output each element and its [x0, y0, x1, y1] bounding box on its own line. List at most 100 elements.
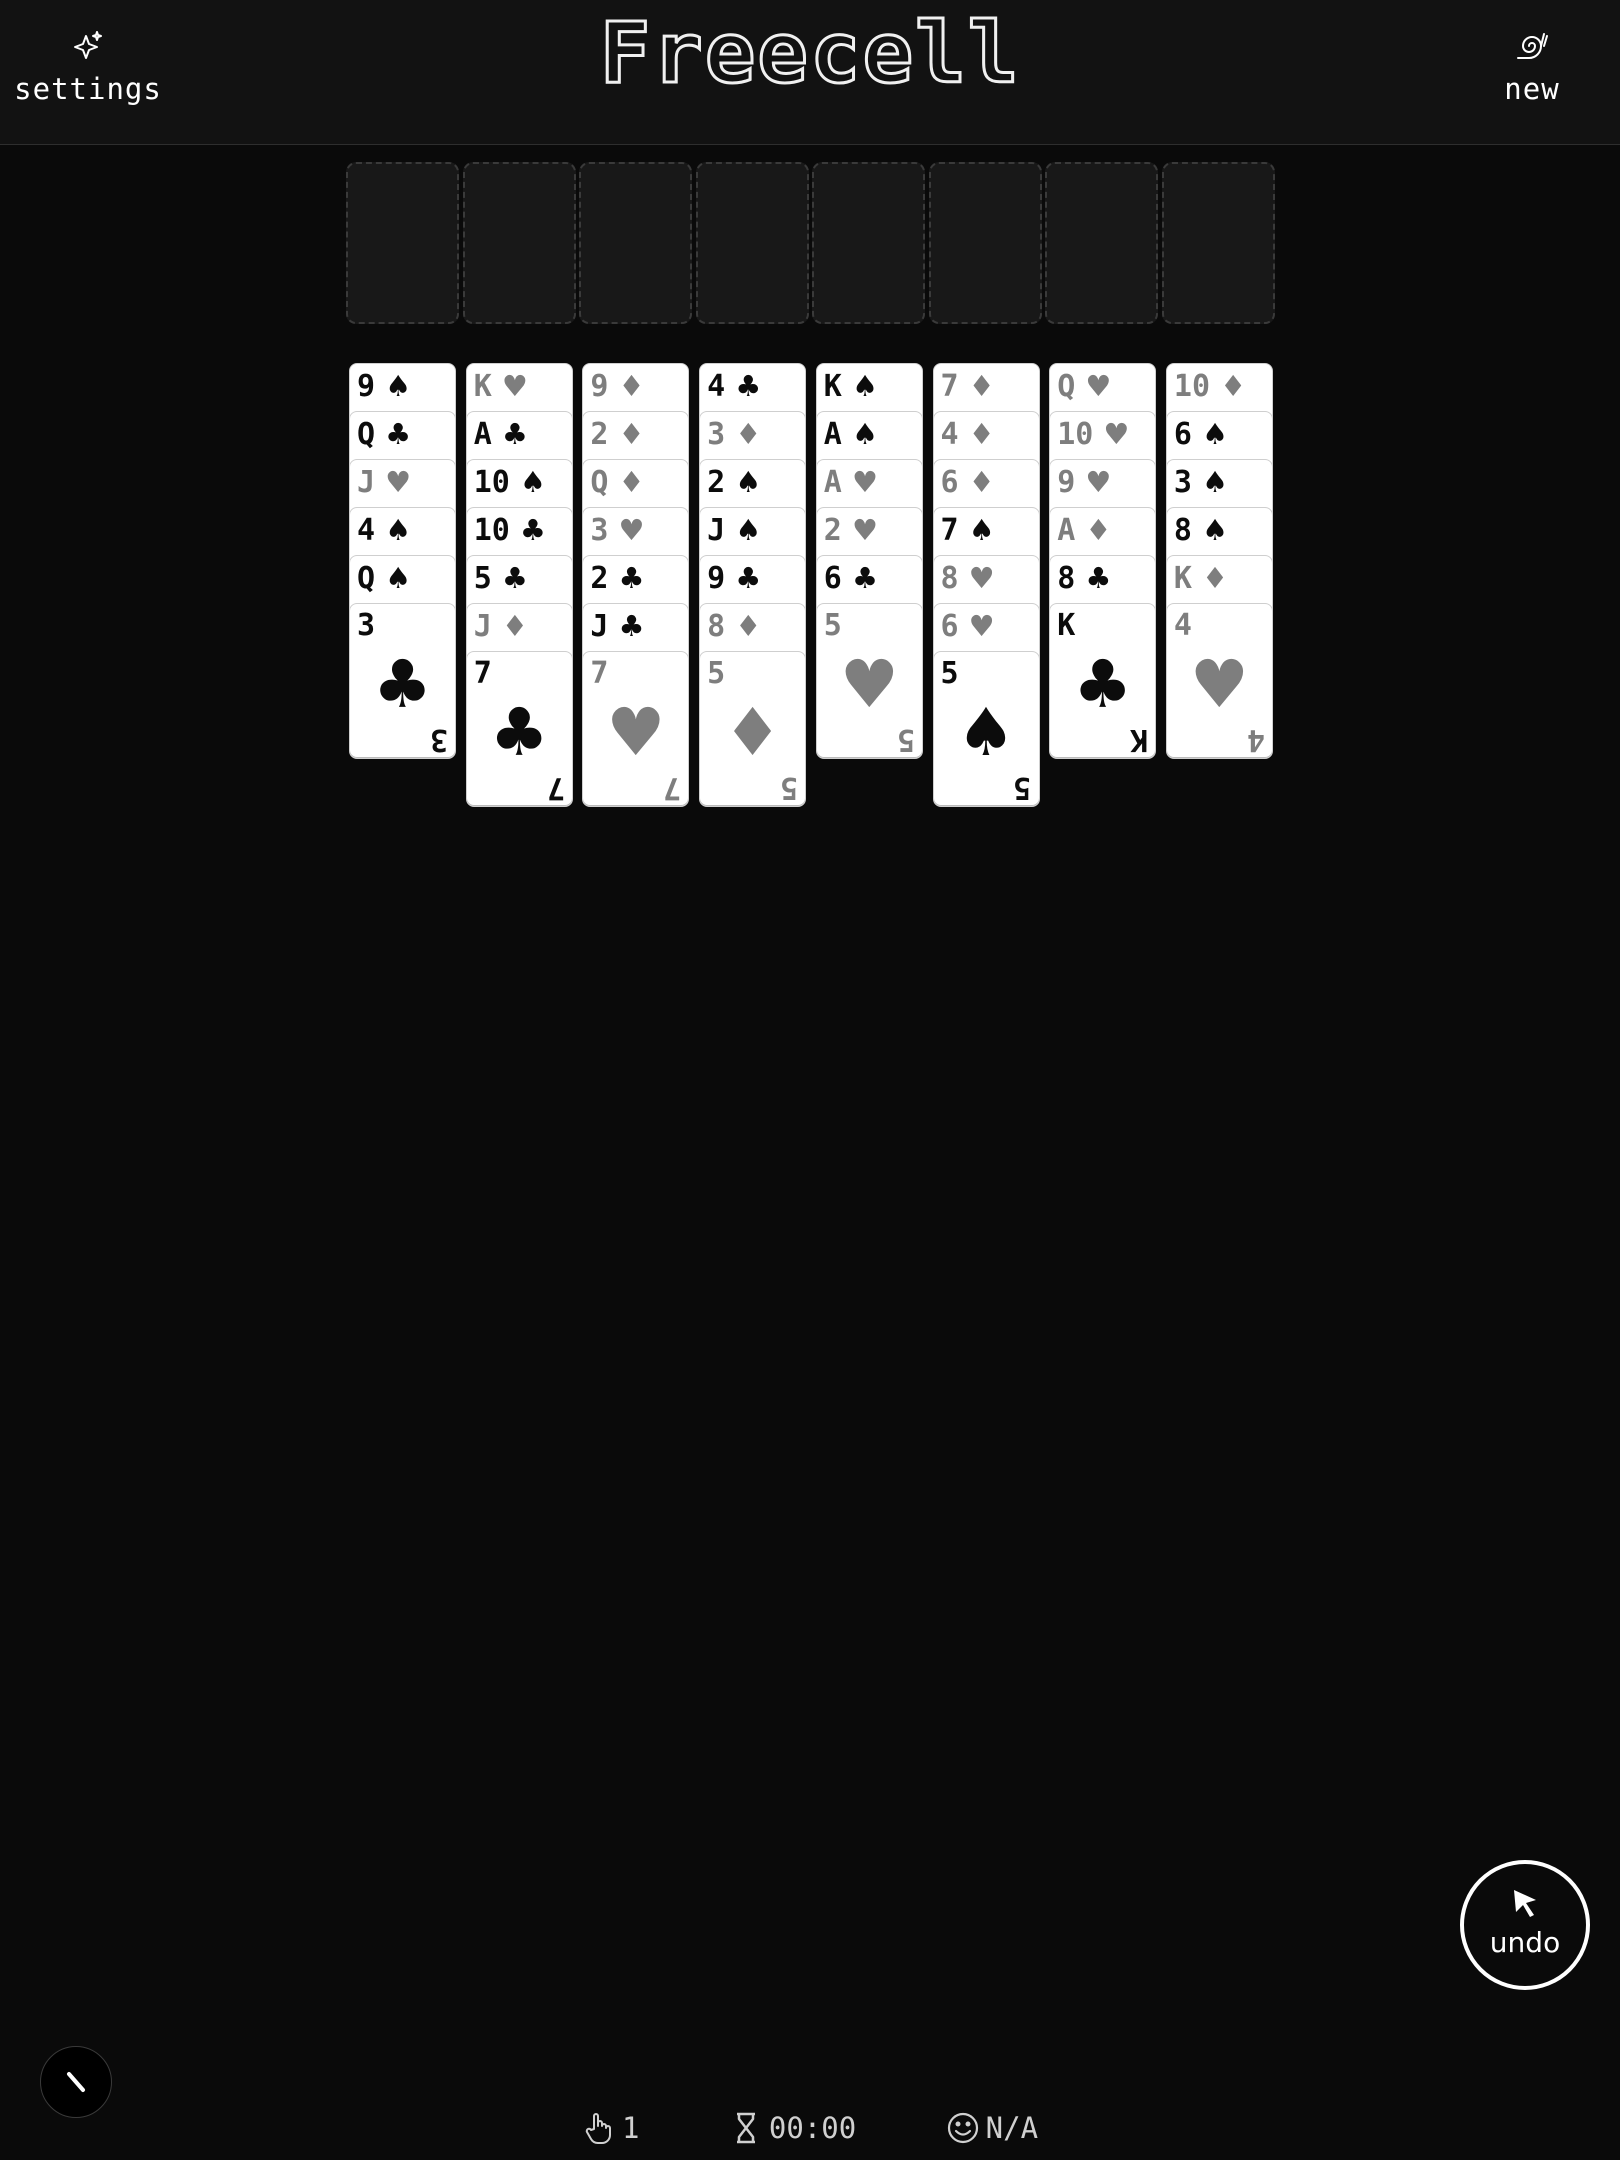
card-rank: J [357, 465, 376, 500]
card-rank: 9 [707, 561, 726, 596]
playing-card[interactable]: 3 ♣ 3 [349, 603, 456, 759]
card-rank: 7 [940, 369, 959, 404]
card-suit: ♦ [725, 417, 762, 451]
card-suit: ♠ [375, 513, 412, 547]
playing-card[interactable]: K ♣ K [1049, 603, 1157, 759]
card-suit: ♣ [608, 561, 645, 595]
card-rank: 8 [1173, 513, 1192, 548]
card-suit: ♥ [958, 561, 995, 595]
card-rank-inverted: 7 [546, 770, 565, 805]
card-suit: ♣ [608, 609, 645, 643]
card-suit: ♠ [841, 369, 878, 403]
card-rank: 10 [1057, 417, 1094, 452]
card-rank: 6 [1173, 417, 1192, 452]
card-rank: 4 [707, 369, 726, 404]
card-rank: Q [1057, 369, 1076, 404]
card-rank: J [707, 513, 726, 548]
card-suit: ♥ [1093, 417, 1130, 451]
card-suit: ♦ [491, 609, 528, 643]
card-suit: ♣ [509, 513, 546, 547]
card-rank: 10 [473, 513, 510, 548]
card-rank: 6 [823, 561, 842, 596]
card-rank: J [590, 609, 609, 644]
card-rank: A [473, 417, 492, 452]
playing-card[interactable]: 5 ♠ 5 [932, 651, 1040, 807]
card-slot[interactable] [579, 162, 692, 324]
card-suit: ♠ [841, 417, 878, 451]
card-rank: Q [357, 561, 376, 596]
card-rank: 8 [707, 609, 726, 644]
playing-card[interactable]: 4 ♥ 4 [1165, 603, 1273, 759]
playing-card[interactable]: 7 ♣ 7 [465, 651, 573, 807]
undo-button[interactable]: undo [1460, 1860, 1590, 1990]
card-rank: 9 [357, 369, 376, 404]
hourglass-icon [736, 2112, 755, 2144]
card-rank: 5 [473, 561, 492, 596]
card-rank: 2 [707, 465, 726, 500]
new-game-button[interactable]: new [1452, 28, 1612, 106]
card-rank-inverted: 5 [1013, 770, 1032, 805]
card-suit: ♥ [491, 369, 528, 403]
card-suit: ♣ [491, 417, 528, 451]
timer: 00:00 [729, 2109, 856, 2145]
card-rank: 5 [823, 608, 842, 643]
card-rank: A [823, 465, 842, 500]
card-suit: ♦ [608, 465, 645, 499]
card-suit: ♠ [725, 513, 762, 547]
card-suit-large: ♦ [723, 694, 783, 771]
card-rank: K [1173, 561, 1192, 596]
card-slot[interactable] [928, 162, 1042, 324]
card-suit-large: ♣ [489, 694, 549, 771]
card-rank: A [823, 417, 842, 452]
card-rank: 6 [940, 465, 959, 500]
card-suit: ♠ [1191, 417, 1229, 451]
top-bar: settings Freecell new [0, 0, 1620, 145]
card-suit: ♦ [958, 465, 995, 499]
card-rank: 4 [357, 513, 376, 548]
card-rank-inverted: 5 [896, 722, 915, 757]
card-rank: Q [357, 417, 376, 452]
card-suit: ♥ [958, 609, 995, 643]
card-suit: ♠ [1191, 513, 1229, 547]
card-rank: 2 [823, 513, 842, 548]
card-rank-inverted: 5 [780, 770, 799, 805]
card-rank: 7 [590, 656, 609, 691]
card-suit-large: ♣ [372, 646, 433, 723]
card-suit: ♣ [725, 561, 762, 595]
card-suit: ♥ [1075, 465, 1112, 499]
playing-card[interactable]: 5 ♥ 5 [815, 603, 923, 759]
card-suit-large: ♥ [839, 646, 899, 723]
card-rank: Q [590, 465, 609, 500]
card-rank: 10 [473, 465, 510, 500]
card-rank: 3 [357, 608, 376, 643]
card-rank: 6 [940, 609, 959, 644]
card-slot[interactable] [462, 162, 576, 324]
playing-card[interactable]: 5 ♦ 5 [699, 651, 807, 807]
card-suit: ♥ [841, 513, 878, 547]
page-title: Freecell [598, 3, 1021, 104]
card-rank: A [1057, 513, 1076, 548]
card-rank: 2 [590, 417, 609, 452]
card-rank: 4 [940, 417, 959, 452]
card-rank: 3 [707, 417, 726, 452]
card-suit: ♥ [608, 513, 645, 547]
card-suit: ♣ [1075, 561, 1112, 595]
card-slot[interactable] [695, 162, 809, 324]
card-rank-inverted: 4 [1246, 722, 1265, 757]
card-slot[interactable] [346, 162, 459, 324]
card-rank: 8 [940, 561, 959, 596]
card-suit-large: ♥ [1189, 646, 1249, 723]
card-rank: 4 [1173, 608, 1192, 643]
card-rank: K [473, 369, 492, 404]
card-suit: ♦ [725, 609, 762, 643]
playing-card[interactable]: 7 ♥ 7 [582, 651, 690, 807]
card-slot[interactable] [1045, 162, 1158, 324]
card-rank: 9 [1057, 465, 1076, 500]
hand-pointer-icon [585, 2113, 611, 2145]
card-rank: 2 [590, 561, 609, 596]
card-slot[interactable] [1161, 162, 1275, 324]
card-slot[interactable] [812, 162, 925, 324]
card-suit: ♠ [375, 561, 412, 595]
moves-counter: 1 [582, 2109, 639, 2145]
undo-label: undo [1489, 1926, 1561, 1959]
